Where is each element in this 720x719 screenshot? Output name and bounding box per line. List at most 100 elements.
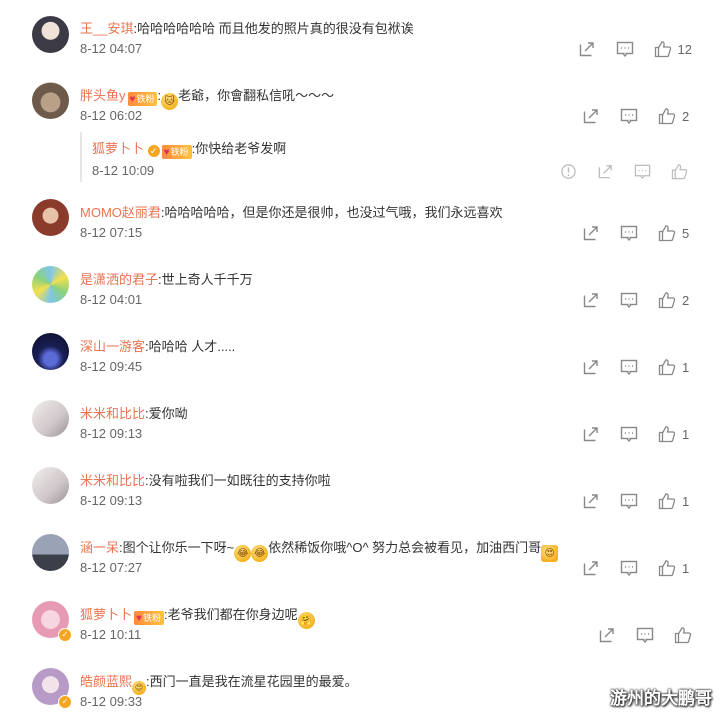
verified-icon: ✓ <box>58 628 72 642</box>
share-icon[interactable] <box>582 224 600 242</box>
timestamp: 8-12 07:27 <box>80 560 143 575</box>
like-count: 1 <box>682 426 690 442</box>
share-icon[interactable] <box>598 626 616 644</box>
comment-text: :哈哈哈 人才..... <box>145 339 236 354</box>
timestamp: 8-12 09:33 <box>80 694 143 709</box>
comment-text: 老爺，你會翻私信吼～～～ <box>178 88 335 103</box>
comment-text: 依然稀饭你哦^O^ 努力总会被看见，加油西门哥 <box>268 540 542 555</box>
timestamp: 8-12 10:09 <box>92 163 155 178</box>
comment-text: :世上奇人千千万 <box>158 272 253 287</box>
like-button[interactable]: 1 <box>658 559 692 577</box>
emoji-icon: 🐱 <box>161 93 179 110</box>
like-button[interactable]: 1 <box>658 425 692 443</box>
username[interactable]: MOMO赵丽君 <box>80 205 161 220</box>
username[interactable]: 深山一游客 <box>80 339 145 354</box>
comment-icon[interactable] <box>620 425 638 443</box>
thumbs-up-icon <box>658 107 676 125</box>
username[interactable]: 王__安琪 <box>80 21 133 36</box>
timestamp: 8-12 09:45 <box>80 359 143 374</box>
comment-text: :哈哈哈哈哈，但是你还是很帅，也没过气哦，我们永远喜欢 <box>160 205 503 220</box>
like-count: 2 <box>682 108 690 124</box>
timestamp: 8-12 04:01 <box>80 292 143 307</box>
username[interactable]: 狐萝卜卜 <box>92 141 144 156</box>
like-button[interactable] <box>671 163 688 180</box>
thumbs-up-icon <box>658 492 676 510</box>
laughing-emoji-icon: 😂 <box>251 545 269 562</box>
like-button[interactable]: 12 <box>654 40 692 58</box>
comment-icon[interactable] <box>620 492 638 510</box>
verified-icon: ✓ <box>147 145 160 157</box>
like-count: 2 <box>682 292 690 308</box>
thumbs-up-icon <box>658 358 676 376</box>
username[interactable]: 皓颜蓝熙 <box>80 674 132 689</box>
timestamp: 8-12 09:13 <box>80 426 143 441</box>
like-count: 1 <box>682 359 690 375</box>
like-count: 5 <box>682 225 690 241</box>
fan-badge: ♥铁粉 <box>161 145 192 159</box>
share-icon[interactable] <box>582 358 600 376</box>
comment-text: :图个让你乐一下呀~ <box>119 540 235 555</box>
username[interactable]: 胖头鱼y <box>80 88 126 103</box>
avatar[interactable] <box>32 467 69 504</box>
heart-eyes-emoji-icon: 😍 <box>132 681 147 695</box>
share-icon[interactable] <box>582 291 600 309</box>
like-button[interactable]: 1 <box>658 358 692 376</box>
avatar[interactable] <box>32 266 69 303</box>
thumbs-up-icon <box>658 224 676 242</box>
comment-text: :西门一直是我在流星花园里的最爱。 <box>146 674 358 689</box>
share-icon[interactable] <box>597 163 614 180</box>
username[interactable]: 狐萝卜卜 <box>80 607 132 622</box>
laughing-emoji-icon: 😂 <box>234 545 252 562</box>
share-icon[interactable] <box>582 107 600 125</box>
like-button[interactable] <box>674 626 692 644</box>
avatar[interactable] <box>32 534 69 571</box>
timestamp: 8-12 09:13 <box>80 493 143 508</box>
like-count: 12 <box>677 41 692 57</box>
comment-icon[interactable] <box>620 358 638 376</box>
avatar[interactable] <box>32 400 69 437</box>
timestamp: 8-12 07:15 <box>80 225 143 240</box>
comment-icon[interactable] <box>636 626 654 644</box>
share-icon[interactable] <box>582 492 600 510</box>
verified-icon: ✓ <box>58 695 72 709</box>
like-button[interactable]: 1 <box>658 492 692 510</box>
username[interactable]: 米米和比比 <box>80 473 145 488</box>
avatar[interactable] <box>32 199 69 236</box>
comment-text: :老爷我们都在你身边呢 <box>163 607 298 622</box>
timestamp: 8-12 10:11 <box>80 627 142 642</box>
comment-icon[interactable] <box>620 107 638 125</box>
username[interactable]: 米米和比比 <box>80 406 145 421</box>
fan-badge: ♥铁粉 <box>127 92 158 106</box>
thumbs-up-icon <box>658 425 676 443</box>
like-button[interactable]: 2 <box>658 107 692 125</box>
thumbs-up-icon <box>671 163 688 180</box>
watermark: 游州的大鹏哥 <box>610 689 712 708</box>
comment-icon[interactable] <box>620 559 638 577</box>
reply-thread: 狐萝卜卜 ✓ ♥铁粉:你快给老爷发啊 8-12 10:09 <box>80 132 694 182</box>
comment-icon[interactable] <box>616 40 634 58</box>
comment-icon[interactable] <box>620 224 638 242</box>
like-button[interactable]: 5 <box>658 224 692 242</box>
thumbs-up-icon <box>654 40 672 58</box>
like-button[interactable]: 2 <box>658 291 692 309</box>
avatar[interactable] <box>32 333 69 370</box>
avatar[interactable] <box>32 82 69 119</box>
avatar[interactable] <box>32 16 69 53</box>
thumbs-up-icon <box>658 291 676 309</box>
comment-text: :爱你呦 <box>145 406 188 421</box>
share-icon[interactable] <box>582 425 600 443</box>
comment-icon[interactable] <box>620 291 638 309</box>
username[interactable]: 是潇洒的君子 <box>80 272 158 287</box>
report-icon[interactable] <box>560 163 577 180</box>
heart-eyes-emoji-icon: 😍 <box>541 545 559 562</box>
share-icon[interactable] <box>582 559 600 577</box>
hug-emoji-icon: 🤗 <box>297 612 315 629</box>
like-count: 1 <box>682 560 690 576</box>
username[interactable]: 涵一呆 <box>80 540 119 555</box>
share-icon[interactable] <box>578 40 596 58</box>
comment-text: :没有啦我们一如既往的支持你啦 <box>145 473 331 488</box>
timestamp: 8-12 06:02 <box>80 108 143 123</box>
timestamp: 8-12 04:07 <box>80 41 143 56</box>
comment-icon[interactable] <box>634 163 651 180</box>
thumbs-up-icon <box>674 626 692 644</box>
